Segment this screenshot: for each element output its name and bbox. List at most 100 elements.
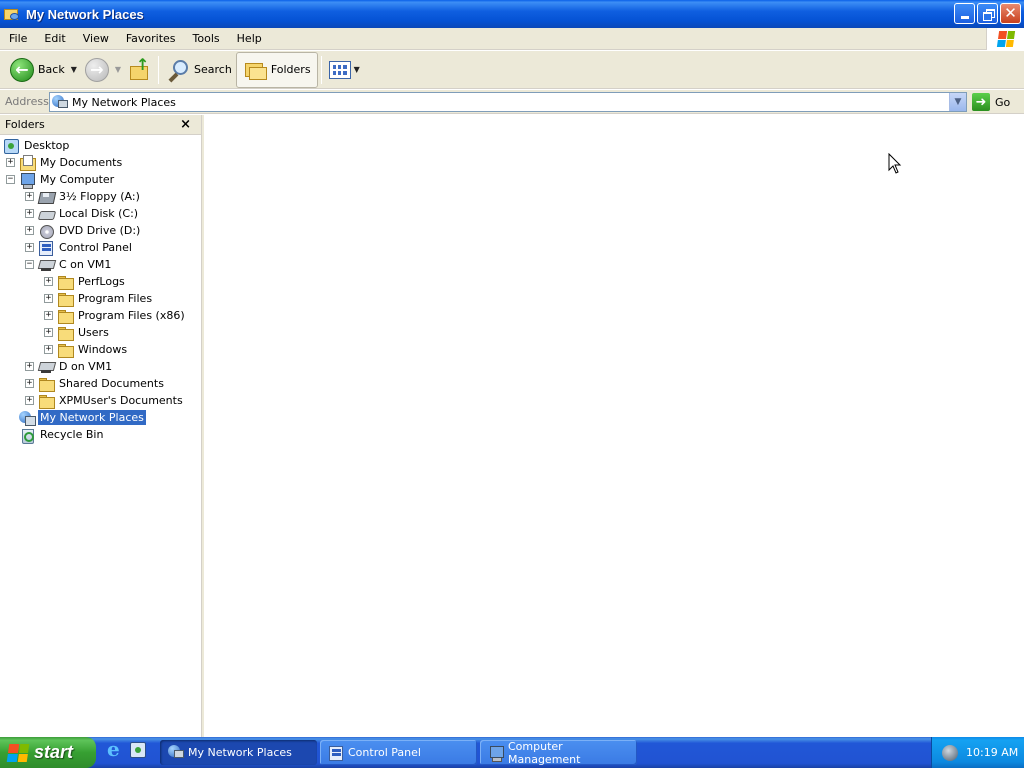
tree-node[interactable]: + Local Disk (C:) — [25, 205, 140, 222]
tree-node[interactable]: + Users — [44, 324, 111, 341]
close-button[interactable]: ✕ — [1000, 3, 1021, 24]
tree-node[interactable]: +3½ Floppy (A:) — [25, 188, 142, 205]
tree-node-label: My Computer — [40, 173, 115, 186]
network-places-icon — [52, 95, 68, 109]
expand-icon[interactable]: + — [44, 277, 53, 286]
folder-icon — [57, 308, 74, 324]
tree-node[interactable]: + Windows — [44, 341, 129, 358]
forward-dropdown-icon[interactable]: ▼ — [115, 65, 121, 74]
folders-pane-close-icon[interactable]: × — [180, 117, 191, 132]
back-button[interactable]: ← Back ▼ — [6, 53, 81, 87]
tree-node-label: Windows — [78, 343, 128, 356]
expand-icon[interactable]: + — [25, 226, 34, 235]
expand-icon[interactable]: + — [25, 192, 34, 201]
tree-node-label: D on VM1 — [59, 360, 113, 373]
tree-node[interactable]: + Program Files (x86) — [44, 307, 187, 324]
internet-explorer-icon[interactable] — [106, 737, 124, 761]
folder-tree: Desktop + My Documents − My Computer +3½ Flop… — [0, 136, 201, 737]
tray-app-icon[interactable] — [942, 744, 958, 761]
windows-flag-icon — [996, 31, 1015, 47]
tree-node-label: 3½ Floppy (A:) — [59, 190, 140, 203]
my-documents-icon — [19, 154, 36, 171]
expand-icon[interactable]: + — [25, 209, 34, 218]
expand-icon[interactable]: + — [25, 396, 34, 405]
content-area[interactable] — [204, 115, 1024, 737]
tree-node[interactable]: + My Documents — [6, 154, 124, 171]
back-label: Back — [38, 63, 65, 76]
task-control-panel[interactable]: Control Panel — [320, 740, 477, 765]
tree-node[interactable]: My Network Places — [6, 409, 146, 426]
views-button[interactable]: ▼ — [325, 53, 364, 87]
windows-logo — [986, 28, 1024, 50]
address-bar: Address My Network Places ▼ ➜ Go — [0, 90, 1024, 114]
tree-node[interactable]: − My Computer — [6, 171, 116, 189]
address-field[interactable]: My Network Places ▼ — [49, 92, 967, 112]
tree-node[interactable]: + Program Files — [44, 290, 154, 307]
minimize-button[interactable] — [954, 3, 975, 24]
toolbar-separator — [320, 55, 322, 84]
folders-label: Folders — [270, 63, 311, 76]
tree-node[interactable]: + PerfLogs — [44, 273, 127, 290]
address-label: Address — [5, 95, 49, 108]
folder-icon — [57, 274, 74, 290]
desktop-icon — [3, 138, 19, 154]
tree-node[interactable]: + DVD Drive (D:) — [25, 222, 142, 239]
tree-node-label: My Network Places — [38, 410, 146, 425]
forward-arrow-icon: → — [84, 57, 109, 82]
menu-edit[interactable]: Edit — [35, 32, 73, 45]
toolbar-separator — [158, 55, 160, 84]
menu-favorites[interactable]: Favorites — [117, 32, 184, 45]
address-value: My Network Places — [72, 95, 176, 109]
expand-icon[interactable]: + — [44, 294, 53, 303]
menu-view[interactable]: View — [74, 32, 117, 45]
network-places-icon — [4, 7, 20, 21]
up-folder-icon: ↑ — [129, 56, 151, 82]
expand-icon[interactable]: + — [6, 158, 15, 167]
clock: 10:19 AM — [966, 746, 1019, 759]
tree-node[interactable]: + D on VM1 — [25, 358, 114, 375]
tree-node[interactable]: + XPMUser's Documents — [25, 392, 185, 409]
tree-node[interactable]: + Control Panel — [25, 239, 134, 256]
tree-node-label: PerfLogs — [78, 275, 125, 288]
minimize-icon — [960, 16, 969, 19]
menu-help[interactable]: Help — [228, 32, 270, 45]
show-desktop-icon[interactable] — [130, 742, 146, 758]
folders-button[interactable]: Folders — [235, 51, 318, 88]
expand-icon[interactable]: + — [25, 362, 34, 371]
go-button[interactable]: ➜ Go — [972, 92, 1010, 112]
expand-icon[interactable]: + — [44, 328, 53, 337]
up-button[interactable]: ↑ — [125, 53, 155, 87]
mouse-cursor-icon — [888, 153, 902, 174]
expand-icon[interactable]: + — [44, 345, 53, 354]
tree-node-label: Control Panel — [59, 241, 132, 254]
menu-file[interactable]: File — [0, 32, 35, 45]
search-label: Search — [194, 63, 232, 76]
start-button[interactable]: start — [0, 737, 96, 768]
menu-bar: File Edit View Favorites Tools Help — [0, 28, 1024, 50]
folder-icon — [38, 393, 55, 409]
collapse-icon[interactable]: − — [6, 175, 15, 184]
task-my-network-places[interactable]: My Network Places — [160, 740, 317, 765]
expand-icon[interactable]: + — [25, 243, 34, 252]
expand-icon[interactable]: + — [44, 311, 53, 320]
search-button[interactable]: Search — [162, 53, 236, 87]
tree-node[interactable]: − C on VM1 — [25, 256, 113, 273]
forward-button[interactable]: → ▼ — [81, 53, 125, 87]
windows-flag-icon — [6, 743, 30, 762]
title-bar[interactable]: My Network Places ✕ — [0, 0, 1024, 28]
tree-node[interactable]: Recycle Bin — [6, 426, 105, 444]
tree-node[interactable]: + Shared Documents — [25, 375, 166, 392]
task-label: Control Panel — [348, 746, 421, 759]
menu-tools[interactable]: Tools — [184, 32, 228, 45]
tree-node-label: DVD Drive (D:) — [59, 224, 141, 237]
expand-icon[interactable]: + — [25, 379, 34, 388]
task-computer-management[interactable]: Computer Management — [480, 740, 637, 766]
dvd-drive-icon — [38, 223, 54, 239]
restore-button[interactable] — [977, 3, 998, 24]
address-dropdown-icon[interactable]: ▼ — [949, 93, 966, 111]
tree-node[interactable]: Desktop — [3, 137, 71, 154]
back-dropdown-icon[interactable]: ▼ — [71, 65, 77, 74]
collapse-icon[interactable]: − — [25, 260, 34, 269]
quick-launch — [106, 737, 146, 761]
tree-node-label: Recycle Bin — [40, 428, 104, 441]
